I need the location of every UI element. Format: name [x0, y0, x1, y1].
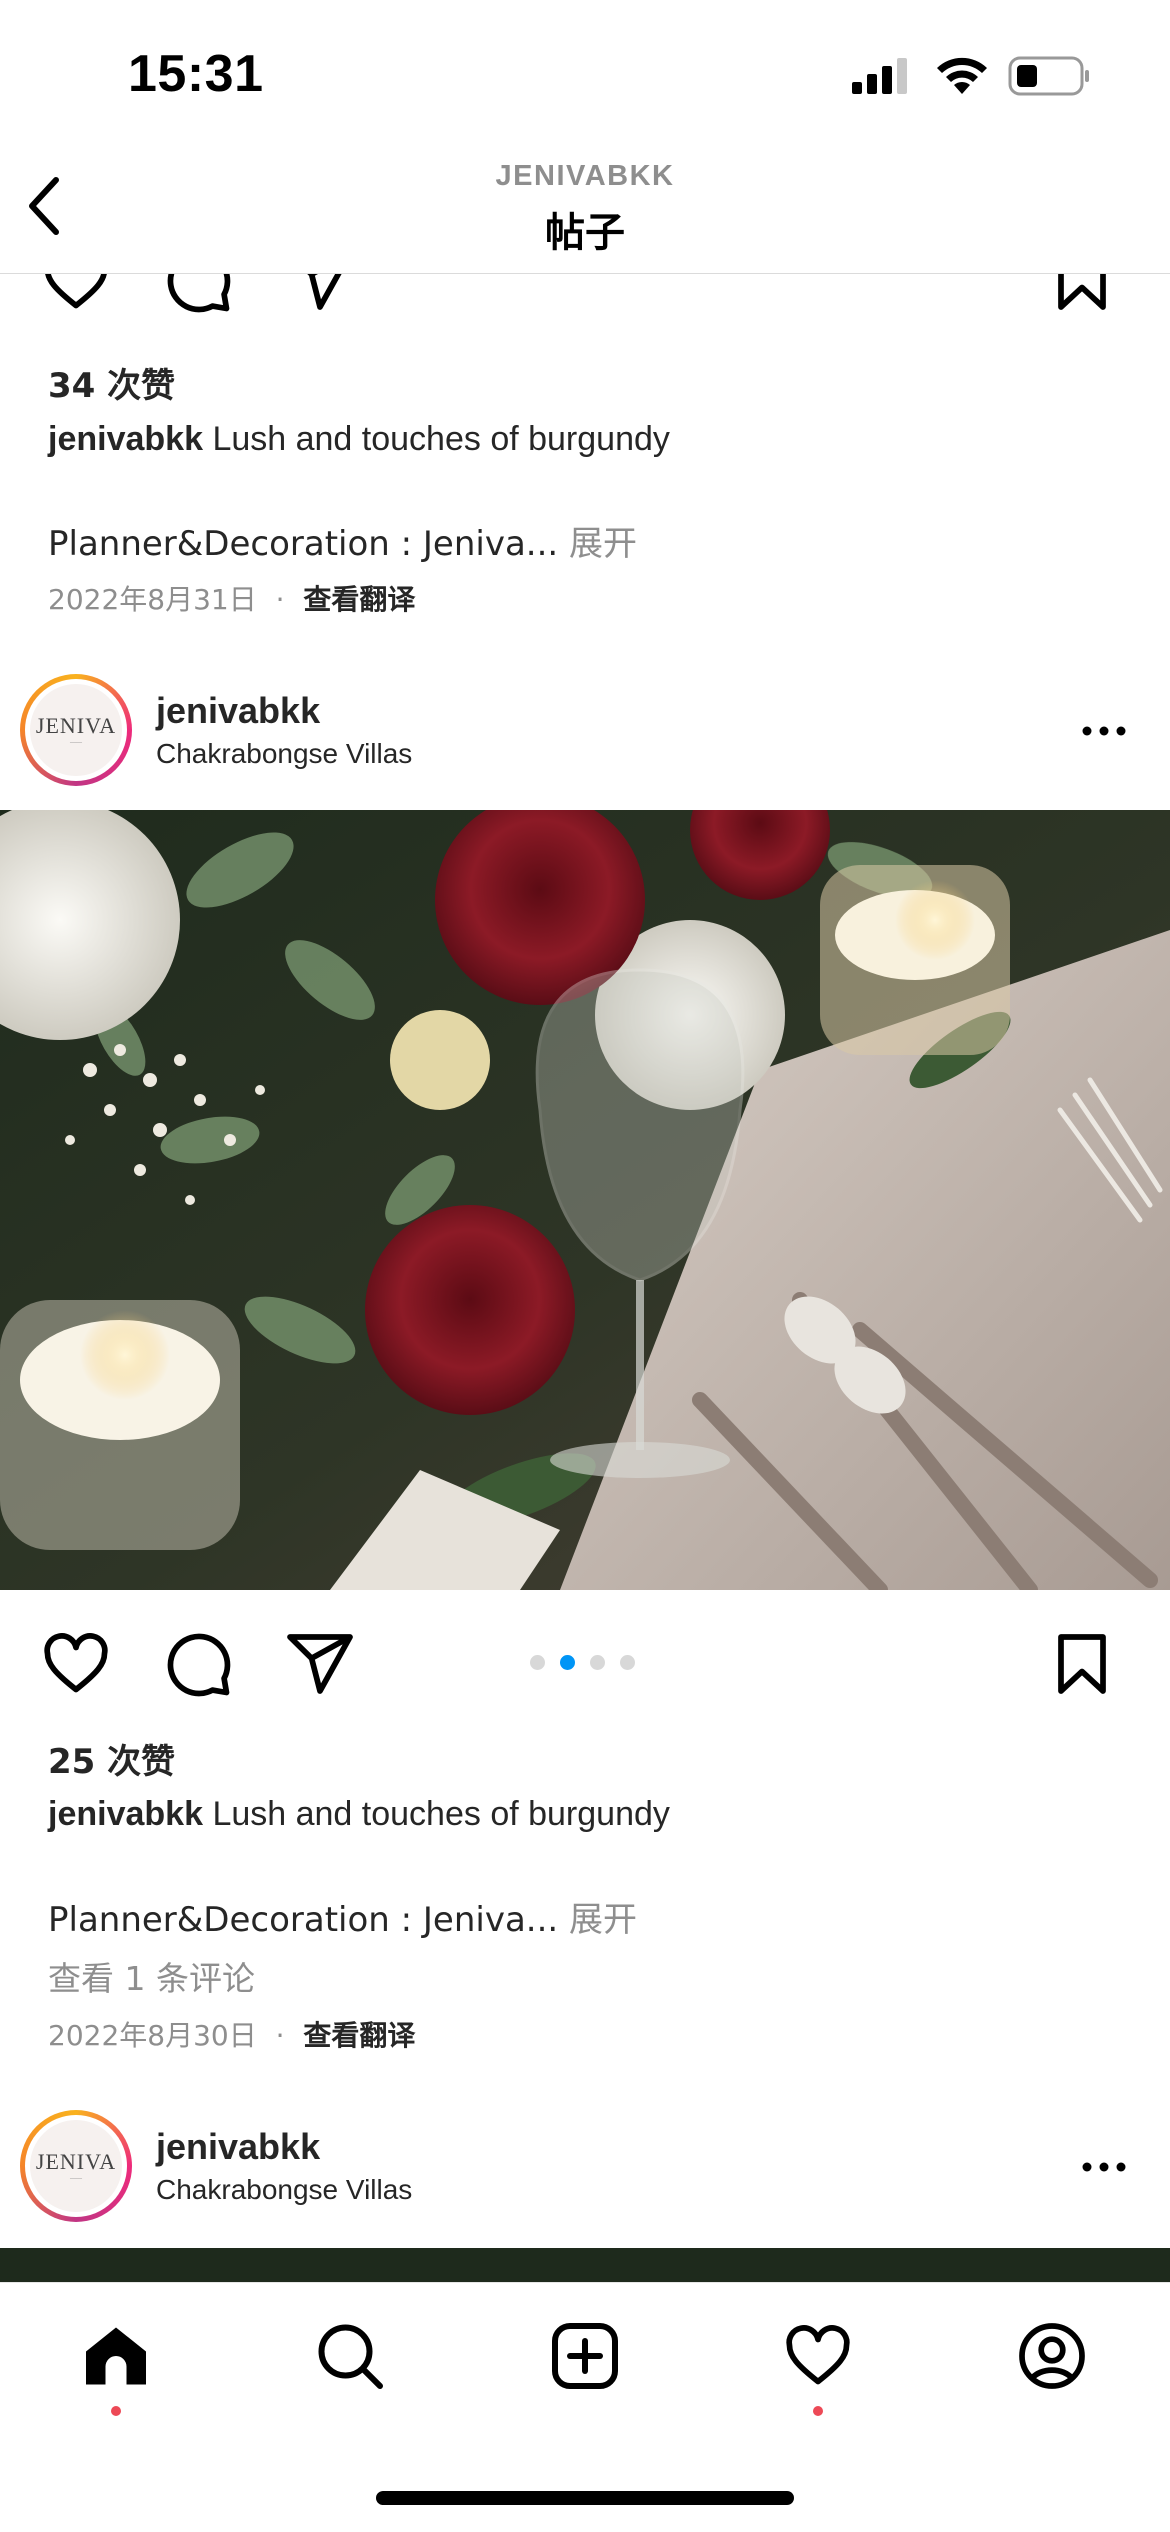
post-3-avatar[interactable]: JENIVA ——: [20, 2110, 132, 2222]
post-1-like-count[interactable]: 34 次赞: [48, 358, 175, 407]
post-2-username[interactable]: jenivabkk: [156, 690, 320, 732]
post-date: 2022年8月31日: [48, 583, 257, 616]
post-2-avatar[interactable]: JENIVA ——: [20, 674, 132, 786]
avatar-logo: JENIVA ——: [30, 2120, 122, 2212]
post-2-caption-more: Planner&Decoration : Jeniva... 展开: [48, 1892, 637, 1941]
caption-truncated: Planner&Decoration : Jeniva...: [48, 524, 559, 564]
expand-caption-button[interactable]: 展开: [569, 524, 637, 564]
post-2-caption: jenivabkk Lush and touches of burgundy: [48, 1795, 670, 1834]
carousel-dot: [620, 1655, 635, 1670]
share-icon[interactable]: [284, 1628, 356, 1700]
post-1-caption-more: Planner&Decoration : Jeniva... 展开: [48, 516, 637, 565]
post-photo-image: [0, 810, 1170, 1590]
comment-icon[interactable]: [162, 274, 234, 316]
home-indicator: [376, 2491, 794, 2505]
post-date: 2022年8月30日: [48, 2019, 257, 2052]
post-3-username[interactable]: jenivabkk: [156, 2126, 320, 2168]
caption-username[interactable]: jenivabkk: [48, 1795, 203, 1833]
tab-bar-divider: [0, 2282, 1170, 2283]
post-2-photo[interactable]: [0, 810, 1170, 1590]
activity-icon[interactable]: [782, 2320, 854, 2392]
carousel-dot: [560, 1655, 575, 1670]
expand-caption-button[interactable]: 展开: [569, 1900, 637, 1940]
more-options-icon[interactable]: [1082, 2162, 1126, 2172]
header-username: JENIVABKK: [495, 160, 675, 192]
create-icon[interactable]: [549, 2320, 621, 2392]
post-2-like-count[interactable]: 25 次赞: [48, 1734, 175, 1783]
like-heart-icon[interactable]: [40, 274, 112, 316]
home-notification-dot: [111, 2406, 121, 2416]
see-translation-link[interactable]: 查看翻译: [303, 583, 415, 616]
caption-text: Lush and touches of burgundy: [212, 1795, 670, 1833]
share-icon[interactable]: [284, 274, 356, 316]
post-1-caption: jenivabkk Lush and touches of burgundy: [48, 420, 670, 459]
activity-notification-dot: [813, 2406, 823, 2416]
cellular-signal-icon: [852, 58, 907, 94]
post-2-location[interactable]: Chakrabongse Villas: [156, 738, 412, 770]
post-3-location[interactable]: Chakrabongse Villas: [156, 2174, 412, 2206]
search-icon[interactable]: [314, 2320, 386, 2392]
comment-icon[interactable]: [162, 1628, 234, 1700]
view-comments-link[interactable]: 查看 1 条评论: [48, 1952, 255, 2000]
carousel-dot: [530, 1655, 545, 1670]
home-icon[interactable]: [80, 2320, 152, 2392]
caption-text: Lush and touches of burgundy: [212, 420, 670, 458]
post-1-meta: 2022年8月31日 · 查看翻译: [48, 578, 415, 618]
save-bookmark-icon[interactable]: [1046, 274, 1118, 316]
post-2-meta: 2022年8月30日 · 查看翻译: [48, 2014, 415, 2054]
post-3-photo-top[interactable]: [0, 2248, 1170, 2282]
post-1-action-bar: [0, 274, 1170, 324]
avatar-logo: JENIVA ——: [30, 684, 122, 776]
meta-separator: ·: [275, 2019, 285, 2052]
status-time: 15:31: [128, 45, 264, 103]
save-bookmark-icon[interactable]: [1046, 1628, 1118, 1700]
more-options-icon[interactable]: [1082, 726, 1126, 736]
caption-truncated: Planner&Decoration : Jeniva...: [48, 1900, 559, 1940]
see-translation-link[interactable]: 查看翻译: [303, 2019, 415, 2052]
page-title: 帖子: [545, 210, 625, 256]
meta-separator: ·: [275, 583, 285, 616]
wifi-icon: [937, 57, 987, 94]
carousel-indicator: [530, 1655, 642, 1671]
profile-icon[interactable]: [1016, 2320, 1088, 2392]
carousel-dot: [590, 1655, 605, 1670]
battery-icon: [1008, 56, 1089, 96]
caption-username[interactable]: jenivabkk: [48, 420, 203, 458]
like-heart-icon[interactable]: [40, 1628, 112, 1700]
